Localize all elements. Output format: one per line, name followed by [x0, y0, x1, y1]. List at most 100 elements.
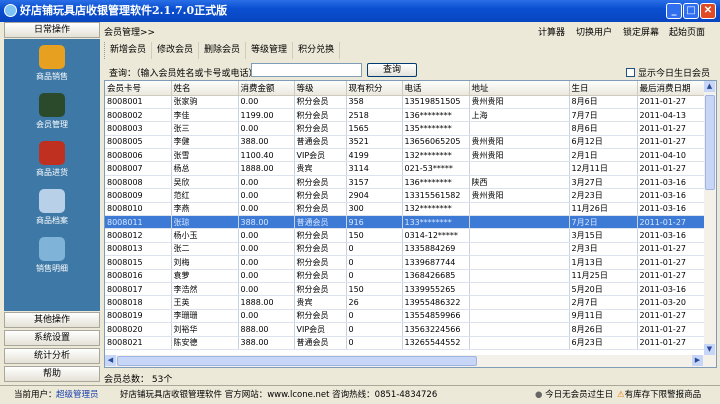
switch-user-button[interactable]: 切换用户 [576, 25, 612, 38]
nav-member-management[interactable]: 会员管理 [4, 93, 100, 130]
lock-screen-button[interactable]: 锁定屏幕 [623, 25, 659, 38]
table-cell: 11月26日 [569, 202, 638, 217]
help-button[interactable]: 帮助 [4, 366, 100, 382]
table-row[interactable]: 8008005 李健 388.00 普通会员 3521 13656065205 贵州贵阳 6月… [105, 135, 705, 150]
person-icon: ● [535, 390, 543, 400]
vertical-scroll-thumb[interactable] [705, 95, 715, 190]
table-cell: 8月6日 [569, 95, 638, 109]
table-cell: 普通会员 [294, 215, 347, 230]
nav-product-sales[interactable]: 商品销售 [4, 45, 100, 82]
table-cell: 积分会员 [294, 269, 347, 283]
table-cell: 积分会员 [294, 309, 347, 324]
vertical-scrollbar[interactable]: ▲ ▼ [704, 81, 716, 355]
column-header[interactable]: 最后消费日期 [637, 81, 705, 96]
table-row[interactable]: 8008016 袁萝 0.00 积分会员 0 1368426685 11月25日 2011-0… [105, 269, 705, 283]
points-exchange-tab[interactable]: 积分兑换 [293, 42, 341, 59]
level-management-tab[interactable]: 等级管理 [246, 42, 294, 59]
table-cell: 8008013 [105, 242, 172, 257]
scroll-left-icon[interactable]: ◀ [105, 355, 116, 366]
table-cell: 3月27日 [569, 175, 638, 190]
system-settings-button[interactable]: 系统设置 [4, 330, 100, 346]
statistics-button[interactable]: 统计分析 [4, 348, 100, 364]
minimize-button[interactable]: _ [666, 3, 682, 19]
table-cell: 0.00 [238, 202, 295, 217]
table-row[interactable]: 8008012 杨小玉 0.00 积分会员 150 0314-12***** 3月15日 20… [105, 228, 705, 243]
edit-member-tab[interactable]: 修改会员 [152, 42, 200, 59]
column-header[interactable]: 生日 [569, 81, 638, 96]
nav-purchase[interactable]: 商品进货 [4, 141, 100, 178]
add-member-tab[interactable]: 新增会员 [105, 42, 153, 59]
table-row[interactable]: 8008017 李浩然 0.00 积分会员 150 1339955265 5月20日 2011… [105, 282, 705, 297]
maximize-button[interactable]: □ [683, 3, 699, 19]
table-cell [469, 215, 570, 230]
column-header[interactable]: 等级 [294, 81, 347, 96]
table-cell: 张三 [171, 121, 239, 136]
nav-label: 销售明细 [36, 264, 68, 273]
table-cell: 贵州贵阳 [469, 135, 570, 150]
table-cell: 0 [346, 255, 403, 270]
table-cell [469, 242, 570, 257]
stock-alert[interactable]: ⚠有库存下限警报商品 [617, 386, 701, 404]
other-ops-button[interactable]: 其他操作 [4, 312, 100, 328]
horizontal-scroll-thumb[interactable] [117, 356, 477, 366]
column-header[interactable]: 地址 [469, 81, 570, 96]
table-row[interactable]: 8008008 吴欣 0.00 积分会员 3157 136******** 陕西 3月27日 2… [105, 175, 705, 190]
table-cell: 张家驹 [171, 95, 239, 109]
table-cell [469, 295, 570, 310]
table-cell: 2011-01-27 [637, 322, 705, 337]
calculator-button[interactable]: 计算器 [538, 25, 565, 38]
table-row[interactable]: 8008006 张雪 1100.40 VIP会员 4199 132******** 贵州贵阳… [105, 148, 705, 163]
query-input[interactable] [251, 63, 362, 77]
table-row[interactable]: 8008007 杨总 1888.00 贵宾 3114 021-53***** 12月11日 2… [105, 161, 705, 176]
column-header[interactable]: 姓名 [171, 81, 239, 96]
table-row[interactable]: 8008020 刘裕华 888.00 VIP会员 0 13563224566 8月26日 20… [105, 322, 705, 337]
table-cell: 8008016 [105, 269, 172, 283]
table-row[interactable]: 8008019 李珊珊 0.00 积分会员 0 13554859966 9月11日 2011-… [105, 309, 705, 324]
table-cell: 8008008 [105, 175, 172, 190]
table-cell [469, 161, 570, 176]
nav-product-archive[interactable]: 商品档案 [4, 189, 100, 226]
close-button[interactable]: ✕ [700, 3, 716, 19]
table-row[interactable]: 8008001 张家驹 0.00 积分会员 358 13519851505 贵州贵阳 8月6日… [105, 95, 705, 109]
table-row[interactable]: 8008018 王英 1888.00 贵宾 26 13955486322 2月7日 2011-… [105, 295, 705, 310]
table-cell: 388.00 [238, 135, 295, 150]
table-row[interactable]: 8008002 李佳 1199.00 积分会员 2518 136******** 上海 7月7… [105, 108, 705, 123]
table-cell: 0 [346, 309, 403, 324]
query-button[interactable]: 查询 [367, 63, 417, 77]
table-cell: 李燕 [171, 202, 239, 217]
query-label: 查询：（输入会员姓名或卡号或电话） [109, 69, 258, 79]
stock-alert-text: 有库存下限警报商品 [624, 390, 702, 400]
table-cell: 2011-03-16 [637, 282, 705, 297]
table-cell: 刘裕华 [171, 322, 239, 337]
horizontal-scrollbar[interactable]: ◀ ▶ [105, 355, 716, 367]
table-row[interactable]: 8008011 张琼 388.00 普通会员 916 133******** 7月2日 201… [105, 215, 705, 230]
table-cell: 积分会员 [294, 108, 347, 123]
column-header[interactable]: 电话 [402, 81, 470, 96]
table-cell: 杨小玉 [171, 228, 239, 243]
nav-sales-detail[interactable]: 销售明细 [4, 237, 100, 274]
home-page-button[interactable]: 起始页面 [669, 25, 705, 38]
birthday-filter[interactable]: 显示今日生日会员 [625, 66, 710, 79]
table-cell: 2011-03-20 [637, 295, 705, 310]
birthday-checkbox[interactable] [625, 68, 635, 77]
table-row[interactable]: 8008015 刘梅 0.00 积分会员 0 1339687744 1月13日 2011-01… [105, 255, 705, 270]
table-row[interactable]: 8008013 张二 0.00 积分会员 0 1335884269 2月3日 2011-01-… [105, 242, 705, 257]
scroll-right-icon[interactable]: ▶ [692, 355, 703, 366]
table-cell: 积分会员 [294, 255, 347, 270]
table-row[interactable]: 8008003 张三 0.00 积分会员 1565 135******** 8月6日 2011… [105, 121, 705, 136]
column-header[interactable]: 现有积分 [346, 81, 403, 96]
table-row[interactable]: 8008010 李燕 0.00 积分会员 300 132******** 11月26日 201… [105, 202, 705, 217]
table-cell: 133******** [402, 215, 470, 230]
table-row[interactable]: 8008009 范红 0.00 积分会员 2904 13315561582 贵州贵阳 2月23… [105, 188, 705, 203]
table-cell: 2011-04-13 [637, 108, 705, 123]
column-header[interactable]: 会员卡号 [105, 81, 172, 96]
table-cell: 300 [346, 202, 403, 217]
scroll-up-icon[interactable]: ▲ [704, 81, 715, 92]
daily-ops-button[interactable]: 日常操作 [4, 22, 100, 38]
delete-member-tab[interactable]: 删除会员 [199, 42, 247, 59]
table-row[interactable]: 8008021 陈安德 388.00 普通会员 0 13265544552 6月23日 201… [105, 336, 705, 350]
scroll-down-icon[interactable]: ▼ [704, 344, 715, 355]
table-cell: 上海 [469, 108, 570, 123]
table-cell: 358 [346, 95, 403, 109]
column-header[interactable]: 消费金额 [238, 81, 295, 96]
